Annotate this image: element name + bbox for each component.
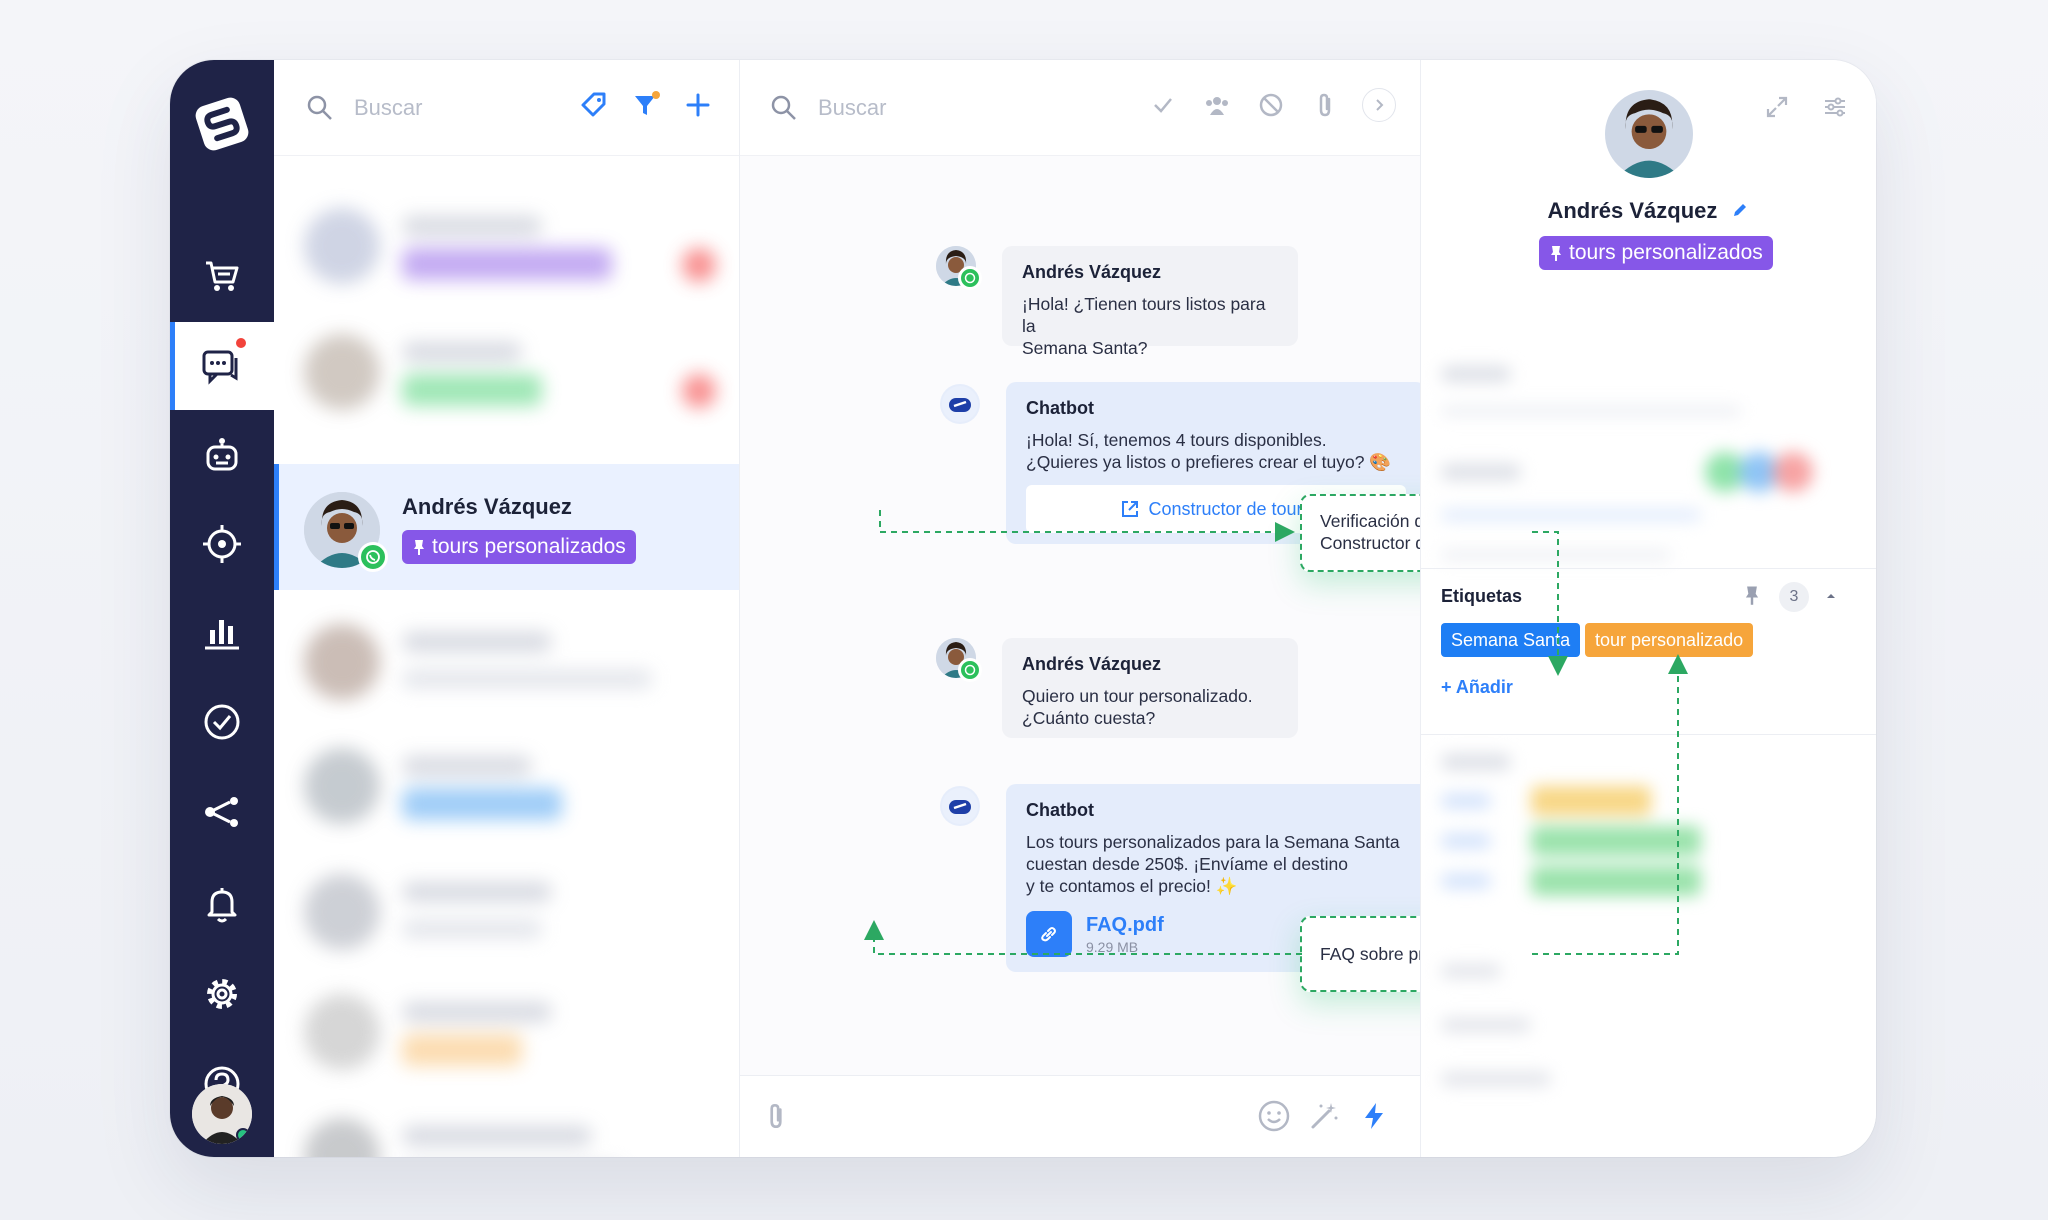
conversation-tag: tours personalizados (402, 530, 636, 564)
nav-item-store[interactable] (170, 232, 274, 320)
list-item[interactable] (274, 846, 739, 972)
chat-toolbar (1146, 88, 1444, 122)
block-icon[interactable] (1254, 88, 1288, 122)
divider (1421, 734, 1876, 735)
emoji-icon[interactable] (1254, 1096, 1294, 1136)
search-icon (771, 95, 796, 120)
bell-icon (207, 888, 237, 923)
target-icon (203, 525, 241, 563)
chart-icon (205, 620, 239, 650)
lightning-icon[interactable] (1354, 1096, 1394, 1136)
message-author: Chatbot (1026, 800, 1094, 820)
list-actions (577, 88, 715, 122)
edit-icon[interactable] (1730, 200, 1750, 220)
list-item[interactable] (274, 966, 739, 1092)
contact-name-text: Andrés Vázquez (1547, 198, 1718, 223)
current-user-avatar[interactable] (192, 1084, 252, 1144)
list-item[interactable] (274, 596, 739, 722)
filter-icon[interactable] (629, 88, 663, 122)
list-item[interactable] (274, 180, 739, 306)
online-status-dot (236, 1128, 250, 1142)
gear-icon (207, 979, 237, 1009)
chat-icon (202, 350, 238, 385)
add-conversation-icon[interactable] (681, 88, 715, 122)
expand-icon[interactable] (1764, 94, 1790, 125)
whatsapp-icon (958, 658, 982, 682)
magic-wand-icon[interactable] (1304, 1096, 1344, 1136)
chat-search-input[interactable]: Buscar (818, 95, 886, 121)
list-item[interactable] (274, 720, 739, 846)
conversation-name: Andrés Vázquez (402, 494, 572, 519)
list-item[interactable] (274, 306, 739, 432)
notification-dot (234, 336, 248, 350)
pin-icon[interactable] (1743, 584, 1761, 611)
app-logo-icon[interactable] (190, 92, 254, 156)
nav-item-notifications[interactable] (170, 860, 274, 948)
message-bubble: Andrés Vázquez ¡Hola! ¿Tienen tours list… (1002, 246, 1298, 358)
list-search-input[interactable]: Buscar (354, 95, 422, 121)
chatbot-avatar-icon (940, 384, 980, 424)
contact-tag: tours personalizados (1539, 236, 1773, 270)
main-nav (170, 60, 274, 1157)
tour-builder-label: Constructor de tours (1148, 498, 1312, 519)
labels-count: 3 (1779, 582, 1809, 612)
cart-icon (206, 261, 239, 291)
group-icon[interactable] (1200, 88, 1234, 122)
chat-panel: Buscar Andrés Vázquez ¡Hola! ¿Tienen tou… (740, 60, 1702, 1157)
nav-item-tasks[interactable] (170, 678, 274, 766)
bot-icon (206, 438, 238, 471)
message-text: Los tours personalizados para la Semana … (1026, 832, 1400, 896)
search-icon (307, 95, 332, 120)
list-item[interactable] (274, 1090, 739, 1157)
nav-item-reports[interactable] (170, 588, 274, 676)
check-icon[interactable] (1146, 88, 1180, 122)
external-link-icon (1122, 501, 1139, 517)
add-label-link[interactable]: + Añadir (1441, 677, 1513, 698)
pin-icon (414, 540, 424, 555)
link-icon (1026, 911, 1072, 957)
label-chip-semana-santa[interactable]: Semana Santa (1441, 623, 1581, 657)
message-text: ¡Hola! Sí, tenemos 4 tours disponibles. … (1026, 430, 1392, 472)
check-circle-icon (204, 704, 240, 740)
whatsapp-icon (358, 542, 388, 572)
message-composer[interactable] (740, 1075, 1420, 1157)
app-window: Buscar Andrés Vázquez tours personalizad… (170, 60, 1876, 1157)
attachment-icon[interactable] (756, 1096, 796, 1136)
nav-item-campaigns[interactable] (170, 500, 274, 588)
divider (1421, 568, 1876, 569)
nav-item-chats[interactable] (170, 322, 274, 410)
contact-avatar (1605, 90, 1693, 178)
contact-profile-panel: Andrés Vázquez tours personalizados Etiq… (1420, 60, 1876, 1157)
tag-filter-icon[interactable] (577, 88, 611, 122)
attachment-icon[interactable] (1308, 88, 1342, 122)
file-name[interactable]: FAQ.pdf (1086, 914, 1164, 937)
nav-item-settings[interactable] (170, 950, 274, 1038)
nav-item-flows[interactable] (170, 768, 274, 856)
conversation-list: Buscar Andrés Vázquez tours personalizad… (274, 60, 740, 1157)
message-bubble: Andrés Vázquez Quiero un tour personaliz… (1002, 638, 1298, 738)
chevron-up-icon[interactable] (1823, 588, 1839, 609)
conversation-andres-vazquez[interactable]: Andrés Vázquez tours personalizados (274, 464, 739, 590)
whatsapp-icon (958, 266, 982, 290)
contact-name: Andrés Vázquez (1421, 198, 1876, 224)
pin-icon (1551, 246, 1561, 261)
message-text: Quiero un tour personalizado. ¿Cuánto cu… (1022, 686, 1253, 728)
chevron-right-icon[interactable] (1362, 88, 1396, 122)
message-author: Andrés Vázquez (1022, 654, 1162, 674)
message-author: Andrés Vázquez (1022, 262, 1162, 282)
labels-title: Etiquetas (1441, 586, 1523, 606)
label-chip-tour-personalizado[interactable]: tour personalizado (1585, 623, 1754, 657)
share-icon (205, 797, 238, 827)
message-author: Chatbot (1026, 398, 1094, 418)
file-size: 9.29 MB (1086, 938, 1139, 955)
sliders-icon[interactable] (1822, 94, 1848, 125)
conversation-tag-label: tours personalizados (432, 535, 626, 558)
chatbot-avatar-icon (940, 786, 980, 826)
message-text: ¡Hola! ¿Tienen tours listos para la Sema… (1022, 294, 1266, 358)
contact-tag-label: tours personalizados (1569, 241, 1763, 264)
nav-item-bots[interactable] (170, 412, 274, 500)
